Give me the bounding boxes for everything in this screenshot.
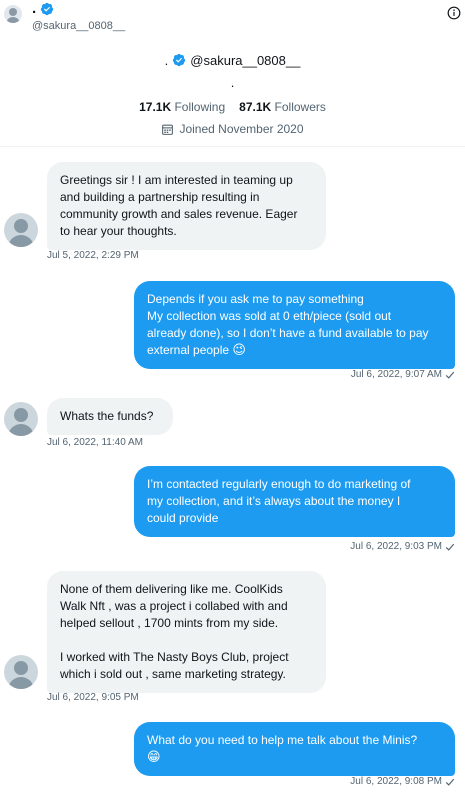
sender-avatar[interactable] (4, 213, 38, 247)
followers-label: Followers (274, 100, 326, 114)
sent-check-icon (445, 543, 455, 551)
message-timestamp-row: Jul 6, 2022, 9:08 PM (350, 776, 455, 787)
profile-handle: @sakura__0808__ (190, 52, 301, 68)
message-bubble-incoming[interactable]: Greetings sir ! I am interested in teami… (47, 162, 326, 250)
message-text: Depends if you ask me to pay something M… (147, 292, 429, 357)
wink-emoji: 😉 (232, 343, 246, 358)
sender-avatar[interactable] (4, 402, 38, 436)
sent-check-icon (445, 778, 455, 786)
verified-badge-icon (173, 53, 186, 67)
following-label: Following (174, 100, 226, 114)
profile-divider (0, 146, 465, 147)
following-stat[interactable]: 17.1K Following (139, 100, 225, 114)
profile-bio: . (230, 75, 235, 90)
message-timestamp: Jul 6, 2022, 9:05 PM (47, 692, 139, 703)
message-timestamp-row: Jul 6, 2022, 9:03 PM (350, 541, 455, 552)
message-text: Greetings sir ! I am interested in teami… (60, 173, 298, 238)
message-timestamp: Jul 6, 2022, 11:40 AM (47, 437, 143, 448)
header-name-row[interactable]: . (32, 0, 54, 17)
message-timestamp: Jul 6, 2022, 9:03 PM (350, 541, 442, 552)
message-text: None of them delivering like me. CoolKid… (60, 582, 289, 681)
grin-emoji: 😁 (147, 750, 161, 765)
message-bubble-incoming[interactable]: Whats the funds? (47, 398, 173, 435)
sender-avatar[interactable] (4, 655, 38, 689)
message-timestamp-row: Jul 6, 2022, 9:07 AM (351, 369, 455, 380)
sent-check-icon (445, 371, 455, 379)
following-count: 17.1K (139, 100, 172, 114)
message-bubble-outgoing[interactable]: I’m contacted regularly enough to do mar… (134, 466, 455, 537)
profile-display-name: . (164, 52, 169, 68)
message-text: What do you need to help me talk about t… (147, 733, 418, 747)
message-bubble-outgoing[interactable]: What do you need to help me talk about t… (134, 722, 455, 776)
message-text: Whats the funds? (60, 409, 154, 423)
message-bubble-outgoing[interactable]: Depends if you ask me to pay something M… (134, 281, 455, 369)
joined-row: Joined November 2020 (0, 122, 465, 136)
joined-date: Joined November 2020 (179, 122, 304, 136)
profile-name-row: . @sakura__0808__ (0, 50, 465, 70)
message-timestamp: Jul 6, 2022, 9:07 AM (350, 369, 442, 380)
header-handle: @sakura__0808__ (32, 20, 126, 32)
message-timestamp: Jul 6, 2022, 9:08 PM (350, 776, 442, 787)
message-bubble-incoming[interactable]: None of them delivering like me. CoolKid… (47, 571, 326, 693)
header-display-name: . (32, 0, 37, 17)
header-avatar[interactable] (4, 5, 22, 23)
followers-stat[interactable]: 87.1K Followers (239, 100, 326, 114)
message-text: I’m contacted regularly enough to do mar… (147, 477, 411, 525)
message-timestamp: Jul 5, 2022, 2:29 PM (47, 250, 139, 261)
profile-summary[interactable]: . @sakura__0808__ . 17.1K Following 87.1… (0, 50, 465, 137)
followers-count: 87.1K (239, 100, 272, 114)
conversation-header: . @sakura__0808__ (0, 0, 465, 40)
info-icon[interactable] (447, 6, 461, 20)
calendar-icon (162, 124, 174, 135)
verified-badge-icon (41, 2, 54, 15)
profile-stats: 17.1K Following 87.1K Followers (0, 100, 465, 114)
